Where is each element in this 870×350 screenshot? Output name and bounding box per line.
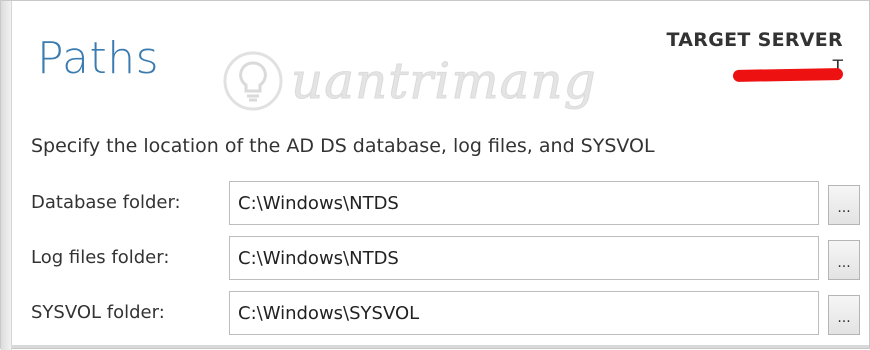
log-files-folder-input[interactable] bbox=[229, 236, 819, 280]
left-border bbox=[1, 1, 12, 350]
lightbulb-logo-icon bbox=[223, 51, 283, 111]
database-folder-row: Database folder: ... bbox=[31, 181, 861, 225]
sysvol-folder-input[interactable] bbox=[229, 291, 819, 335]
target-server-label: TARGET SERVER bbox=[666, 29, 843, 51]
log-files-folder-browse-button[interactable]: ... bbox=[828, 240, 860, 280]
redaction-mark bbox=[732, 68, 844, 82]
database-folder-browse-button[interactable]: ... bbox=[828, 185, 860, 225]
watermark-text: uantrimang bbox=[291, 52, 597, 111]
sysvol-folder-browse-button[interactable]: ... bbox=[828, 295, 860, 335]
log-files-folder-row: Log files folder: ... bbox=[31, 236, 861, 280]
bottom-divider bbox=[11, 345, 869, 348]
database-folder-label: Database folder: bbox=[31, 192, 181, 213]
instruction-text: Specify the location of the AD DS databa… bbox=[31, 135, 655, 157]
log-files-folder-label: Log files folder: bbox=[31, 247, 170, 268]
sysvol-folder-row: SYSVOL folder: ... bbox=[31, 291, 861, 335]
page-title: Paths bbox=[37, 33, 160, 84]
sysvol-folder-label: SYSVOL folder: bbox=[31, 302, 165, 323]
watermark: uantrimang bbox=[221, 41, 597, 121]
wizard-page: Paths uantrimang TARGET SERVER T Specify… bbox=[0, 0, 870, 350]
database-folder-input[interactable] bbox=[229, 181, 819, 225]
